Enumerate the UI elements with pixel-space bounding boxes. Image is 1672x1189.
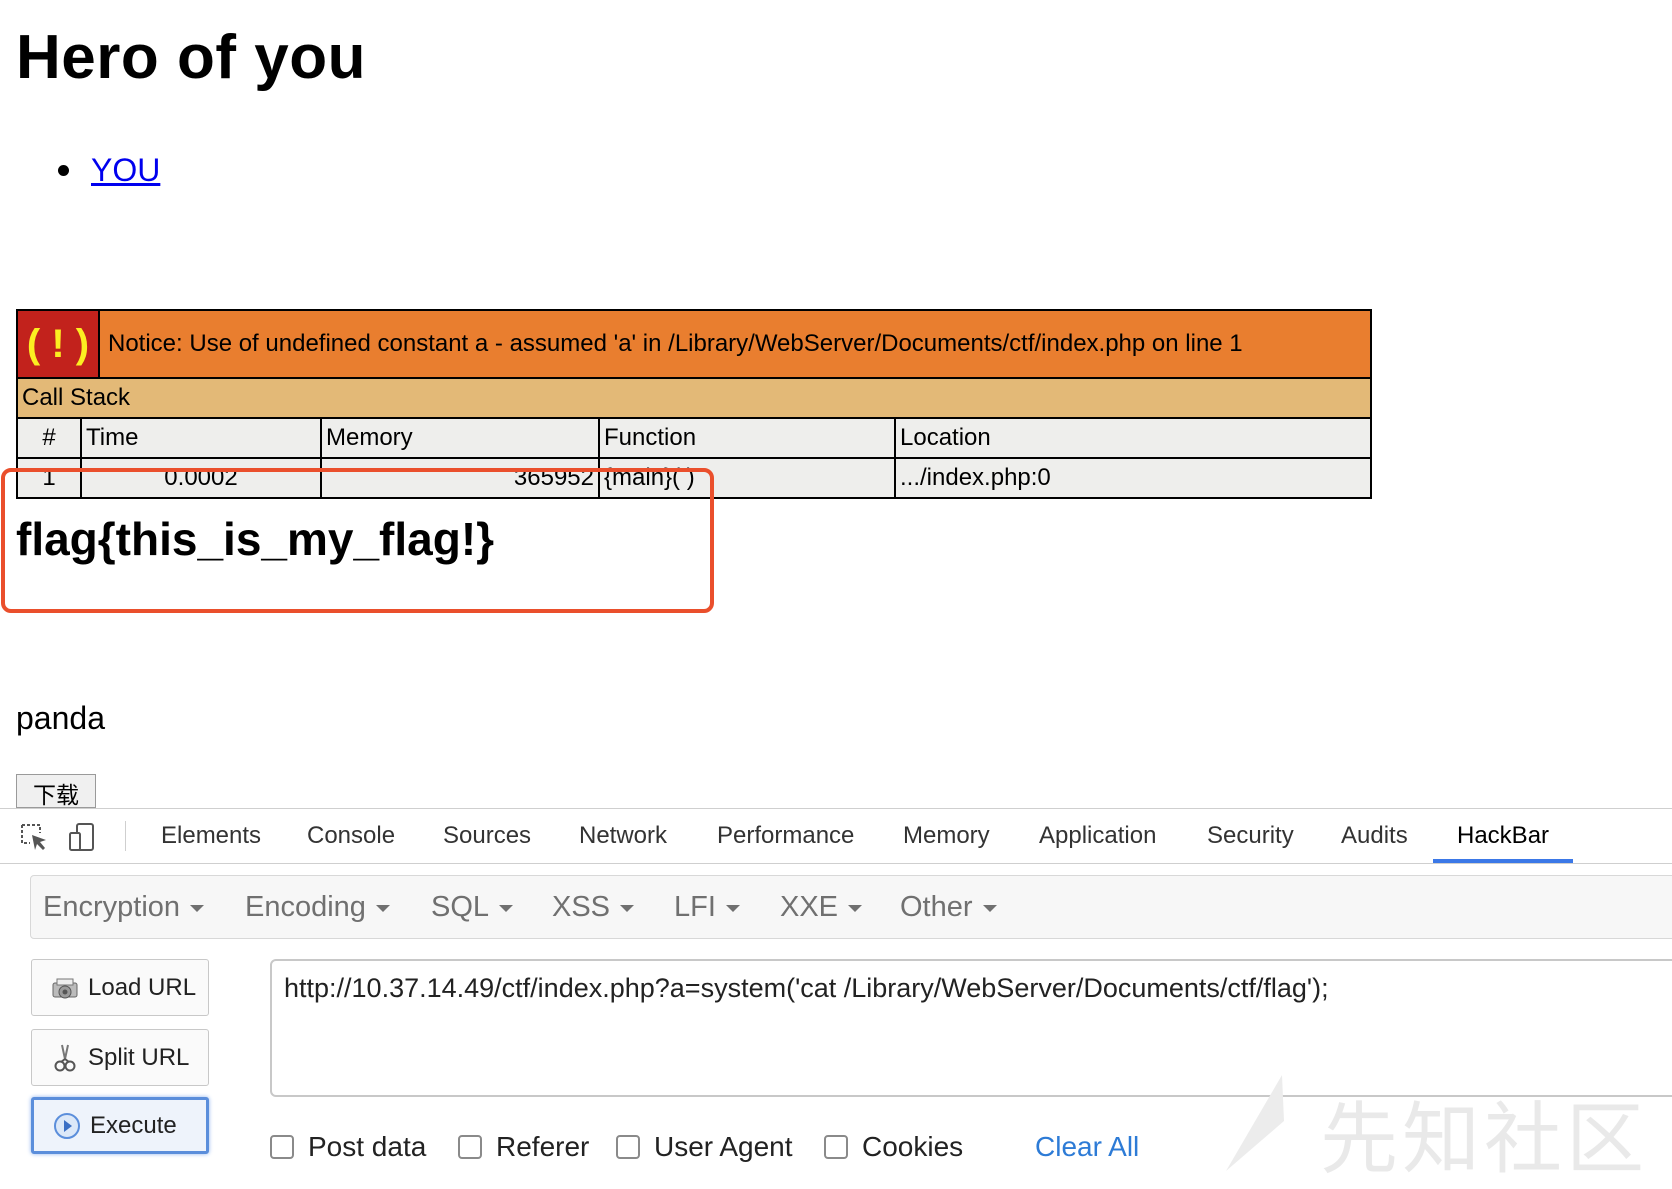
load-url-icon	[52, 978, 78, 998]
execute-label: Execute	[90, 1111, 177, 1139]
notice-row: ( ! ) Notice: Use of undefined constant …	[15, 309, 1373, 379]
caret-down-icon	[725, 904, 740, 912]
menu-encryption[interactable]: Encryption	[43, 876, 205, 938]
caret-down-icon	[848, 904, 863, 912]
list-item: YOU	[58, 152, 160, 189]
col-header-memory: Memory	[320, 417, 600, 459]
referer-checkbox[interactable]	[458, 1135, 482, 1159]
menu-other-label: Other	[900, 891, 973, 923]
caret-down-icon	[375, 904, 390, 912]
nav-list: YOU	[58, 152, 160, 189]
post-data-option[interactable]: Post data	[270, 1131, 426, 1163]
post-data-checkbox[interactable]	[270, 1135, 294, 1159]
download-button[interactable]: 下载	[16, 774, 96, 808]
menu-sql[interactable]: SQL	[431, 876, 514, 938]
panda-text: panda	[16, 700, 105, 736]
clear-all-link[interactable]: Clear All	[1035, 1131, 1139, 1163]
menu-lfi-label: LFI	[674, 891, 716, 923]
tab-audits[interactable]: Audits	[1341, 809, 1408, 863]
watermark-logo-icon	[1226, 1075, 1284, 1171]
load-url-button[interactable]: Load URL	[31, 959, 209, 1016]
tab-security[interactable]: Security	[1207, 809, 1294, 863]
user-agent-checkbox[interactable]	[616, 1135, 640, 1159]
menu-encoding[interactable]: Encoding	[245, 876, 390, 938]
cell-location: .../index.php:0	[893, 457, 1373, 499]
user-agent-option[interactable]: User Agent	[616, 1131, 793, 1163]
execute-button[interactable]: Execute	[31, 1097, 209, 1154]
col-header-function: Function	[598, 417, 896, 459]
cookies-option[interactable]: Cookies	[824, 1131, 963, 1163]
devtools-panel: Elements Console Sources Network Perform…	[0, 808, 1672, 1185]
highlight-box	[1, 468, 714, 613]
hackbar-menubar: Encryption Encoding SQL XSS LFI XXE Othe…	[30, 875, 1672, 939]
tab-elements[interactable]: Elements	[161, 809, 261, 863]
caret-down-icon	[499, 904, 514, 912]
menu-encryption-label: Encryption	[43, 891, 181, 923]
split-url-label: Split URL	[88, 1043, 190, 1071]
referer-label: Referer	[496, 1131, 590, 1162]
caret-down-icon	[620, 904, 635, 912]
menu-lfi[interactable]: LFI	[674, 876, 740, 938]
referer-option[interactable]: Referer	[458, 1131, 589, 1163]
menu-sql-label: SQL	[431, 891, 490, 923]
col-header-time: Time	[80, 417, 322, 459]
active-tab-indicator	[1433, 859, 1573, 863]
callstack-row: Call Stack	[15, 377, 1373, 419]
load-url-label: Load URL	[88, 973, 197, 1001]
menu-xxe[interactable]: XXE	[780, 876, 863, 938]
play-icon	[54, 1112, 80, 1139]
tab-console[interactable]: Console	[307, 809, 395, 863]
tab-hackbar[interactable]: HackBar	[1457, 809, 1549, 863]
cookies-label: Cookies	[862, 1131, 964, 1162]
notice-message: Notice: Use of undefined constant a - as…	[108, 330, 1243, 357]
col-header-location: Location	[893, 417, 1373, 459]
device-toolbar-icon[interactable]	[66, 821, 98, 853]
callstack-label: Call Stack	[15, 377, 1373, 419]
devtools-tabbar: Elements Console Sources Network Perform…	[0, 809, 1672, 864]
split-url-button[interactable]: Split URL	[31, 1029, 209, 1086]
watermark-text: 先知社区	[1320, 1095, 1649, 1185]
toolbar-divider	[125, 821, 126, 851]
tab-memory[interactable]: Memory	[903, 809, 990, 863]
tab-network[interactable]: Network	[579, 809, 667, 863]
menu-encoding-label: Encoding	[245, 891, 366, 923]
tab-application[interactable]: Application	[1039, 809, 1156, 863]
menu-xxe-label: XXE	[780, 891, 839, 923]
caret-down-icon	[982, 904, 997, 912]
scissors-icon	[54, 1044, 76, 1071]
user-agent-label: User Agent	[654, 1131, 793, 1162]
tab-sources[interactable]: Sources	[443, 809, 531, 863]
you-link[interactable]: YOU	[91, 152, 160, 189]
menu-other[interactable]: Other	[900, 876, 997, 938]
inspect-element-icon[interactable]	[18, 821, 50, 853]
page-title: Hero of you	[16, 23, 366, 92]
bullet-icon	[58, 165, 69, 176]
tab-performance[interactable]: Performance	[717, 809, 854, 863]
warning-icon: ( ! )	[19, 312, 100, 376]
table-header-row: # Time Memory Function Location	[16, 417, 1373, 459]
caret-down-icon	[190, 904, 205, 912]
cookies-checkbox[interactable]	[824, 1135, 848, 1159]
menu-xss[interactable]: XSS	[552, 876, 635, 938]
menu-xss-label: XSS	[552, 891, 611, 923]
col-header-num: #	[16, 417, 82, 459]
post-data-label: Post data	[308, 1131, 427, 1162]
